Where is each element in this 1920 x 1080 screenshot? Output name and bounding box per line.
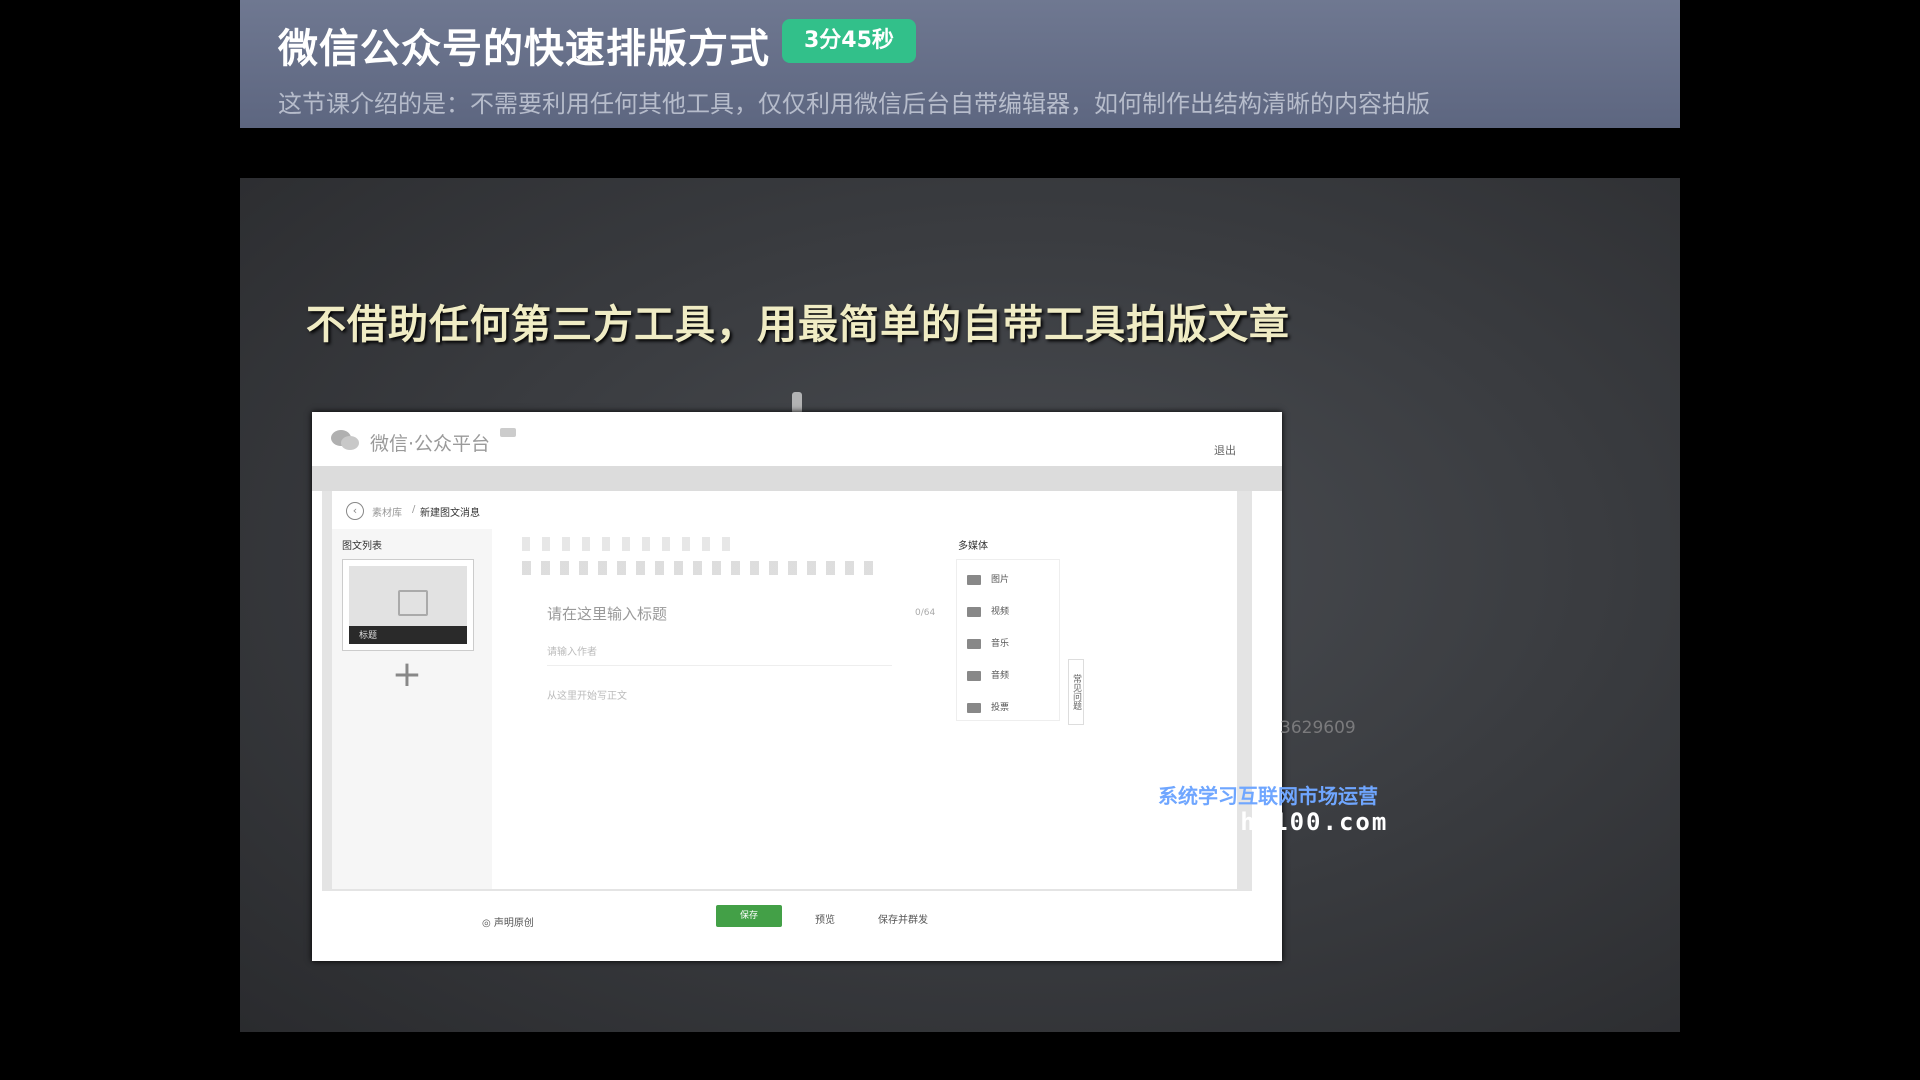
chart-icon bbox=[967, 702, 981, 713]
format-toolbar-row-2[interactable] bbox=[522, 561, 882, 575]
editor-footer: ◎ 声明原创 保存 预览 保存并群发 bbox=[312, 891, 1282, 961]
save-and-send-button[interactable]: 保存并群发 bbox=[878, 911, 928, 926]
brand-slogan: 系统学习互联网市场运营 bbox=[1158, 784, 1378, 808]
editor-gray-band bbox=[312, 466, 1282, 491]
wechat-editor-screenshot: 微信·公众平台 退出 ‹ 素材库 / 新建图文消息 图文列表 标题 + 请在这里… bbox=[312, 412, 1282, 961]
media-item-image[interactable]: 图片 bbox=[967, 572, 1009, 592]
back-icon[interactable]: ‹ bbox=[346, 502, 364, 520]
breadcrumb-separator: / bbox=[412, 504, 416, 515]
microphone-icon bbox=[967, 670, 981, 681]
media-list: 图片 视频 音乐 音频 投票 bbox=[956, 559, 1060, 721]
platform-name: 微信·公众平台 bbox=[370, 433, 491, 455]
breadcrumb-library[interactable]: 素材库 bbox=[372, 504, 402, 519]
editor-body: ‹ 素材库 / 新建图文消息 图文列表 标题 + 请在这里输入标题 0/64 请… bbox=[322, 491, 1252, 891]
editor-topbar: 微信·公众平台 退出 bbox=[312, 412, 1282, 466]
slide-headline: 不借助任何第三方工具，用最简单的自带工具拍版文章 bbox=[306, 302, 1290, 348]
video-icon bbox=[967, 606, 981, 617]
format-toolbar-row-1[interactable] bbox=[522, 537, 742, 551]
video-player[interactable]: 不借助任何第三方工具，用最简单的自带工具拍版文章 微信·公众平台 退出 ‹ 素材… bbox=[240, 178, 1680, 1032]
media-item-vote[interactable]: 投票 bbox=[967, 700, 1009, 720]
wechat-logo-icon bbox=[331, 430, 359, 450]
editor-panel: ‹ 素材库 / 新建图文消息 图文列表 标题 + 请在这里输入标题 0/64 请… bbox=[332, 491, 1237, 889]
article-card[interactable]: 标题 bbox=[342, 559, 474, 651]
brand-url: nuanshi100.com bbox=[1158, 808, 1389, 836]
author-input[interactable]: 请输入作者 bbox=[547, 643, 597, 658]
media-label: 多媒体 bbox=[958, 541, 988, 552]
article-title-bar: 标题 bbox=[349, 626, 467, 644]
add-article-button[interactable]: + bbox=[352, 647, 462, 703]
preview-button[interactable]: 预览 bbox=[815, 911, 835, 926]
course-description: 这节课介绍的是：不需要利用任何其他工具，仅仅利用微信后台自带编辑器，如何制作出结… bbox=[278, 90, 1430, 118]
image-placeholder-icon bbox=[398, 590, 428, 616]
logout-link[interactable]: 退出 bbox=[1214, 442, 1236, 458]
save-button[interactable]: 保存 bbox=[716, 905, 782, 927]
duration-badge: 3分45秒 bbox=[782, 19, 916, 63]
article-thumbnail bbox=[349, 566, 467, 630]
media-item-video[interactable]: 视频 bbox=[967, 604, 1009, 624]
media-item-music[interactable]: 音乐 bbox=[967, 636, 1009, 656]
music-icon bbox=[967, 638, 981, 649]
divider bbox=[547, 665, 892, 666]
mouse-cursor-icon bbox=[792, 392, 802, 414]
course-title: 微信公众号的快速排版方式 bbox=[278, 26, 770, 72]
body-input[interactable]: 从这里开始写正文 bbox=[547, 687, 627, 702]
breadcrumb-current: 新建图文消息 bbox=[420, 508, 480, 519]
article-list-label: 图文列表 bbox=[342, 541, 382, 552]
original-declaration-checkbox[interactable]: ◎ 声明原创 bbox=[482, 914, 534, 929]
media-item-audio[interactable]: 音频 bbox=[967, 668, 1009, 688]
image-icon bbox=[967, 574, 981, 585]
watermark-number: 3629609 bbox=[1280, 718, 1356, 738]
course-header: 微信公众号的快速排版方式 3分45秒 这节课介绍的是：不需要利用任何其他工具，仅… bbox=[240, 0, 1680, 128]
faq-tab[interactable]: 常见问题 bbox=[1068, 659, 1084, 725]
article-list-column: 图文列表 标题 + bbox=[332, 529, 492, 889]
title-char-counter: 0/64 bbox=[915, 608, 936, 618]
flag-icon bbox=[500, 428, 516, 437]
title-input[interactable]: 请在这里输入标题 bbox=[547, 603, 667, 624]
article-title: 标题 bbox=[359, 631, 378, 641]
